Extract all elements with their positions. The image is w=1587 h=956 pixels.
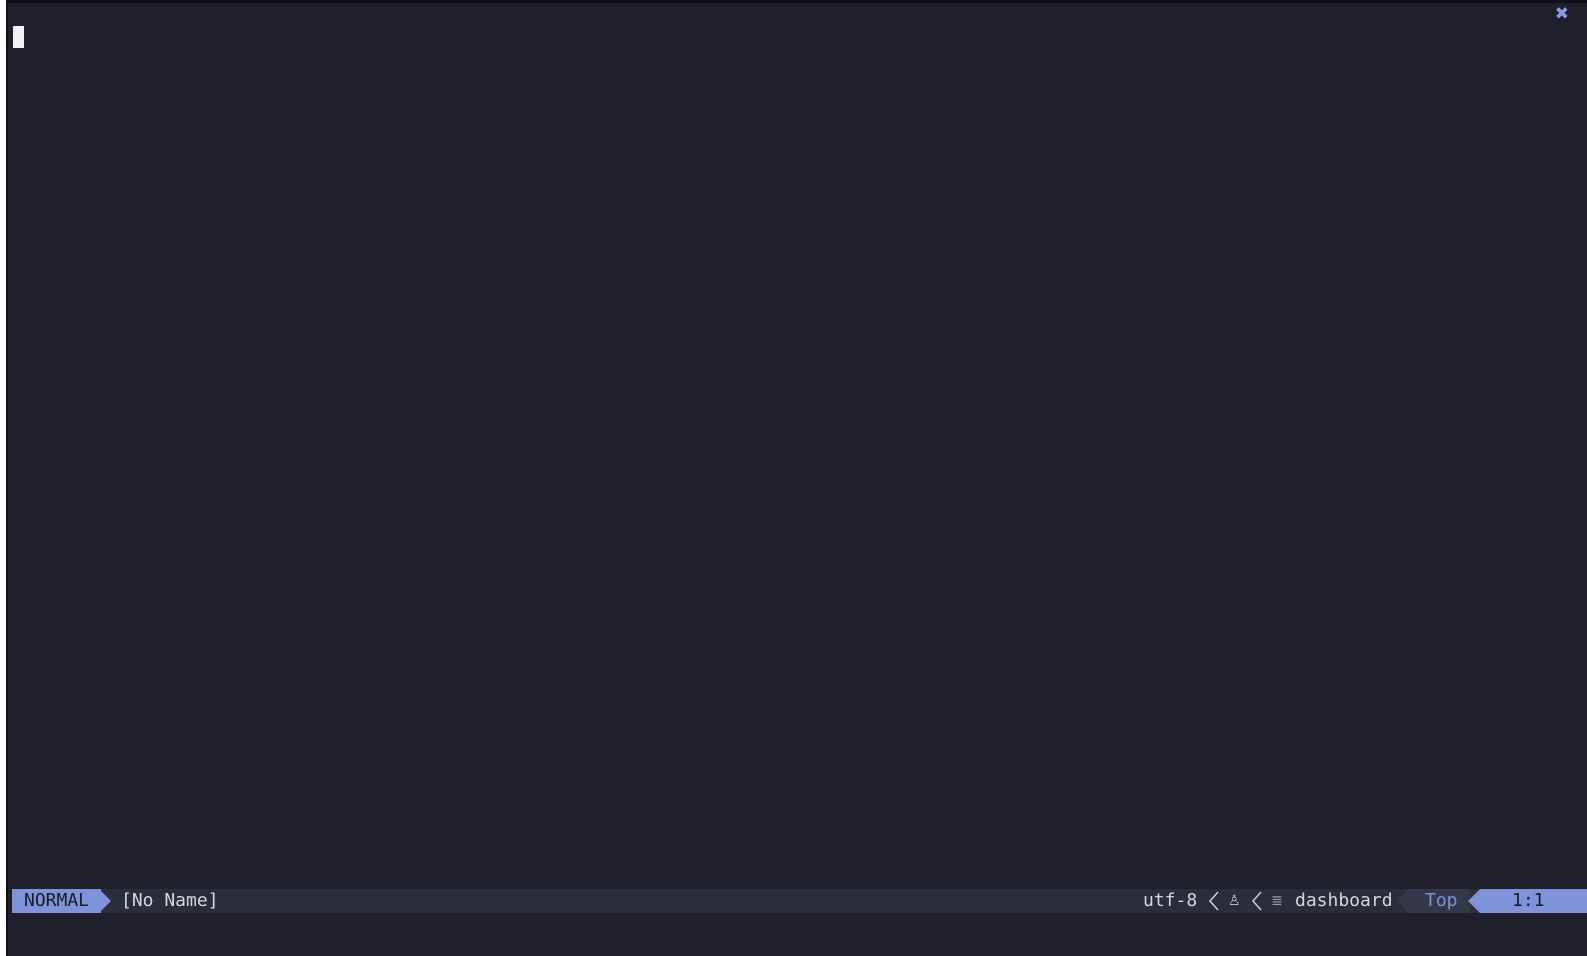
progress-separator [1398,889,1408,913]
text-lines-icon: ≣ [1271,893,1283,909]
terminal-window: ✖ NORMAL [No Name] utf-8 ♙ ≣ dashboard T… [0,0,1587,956]
mode-separator [99,889,111,913]
file-name: [No Name] [121,890,219,911]
location-separator [1468,889,1480,913]
window-top-border [0,0,1587,3]
command-line[interactable] [12,913,1587,956]
window-left-border [6,0,8,956]
chevron-left-separator-icon [1251,891,1262,911]
statusline: NORMAL [No Name] utf-8 ♙ ≣ dashboard Top… [12,889,1587,913]
file-encoding: utf-8 [1143,890,1198,911]
close-icon[interactable]: ✖ [1555,4,1569,24]
file-type: dashboard [1295,890,1393,911]
chevron-left-separator-icon [1208,891,1219,911]
linux-tux-icon: ♙ [1228,893,1241,909]
editor-buffer[interactable] [12,4,1572,886]
mode-indicator: NORMAL [12,889,102,913]
cursor-location: 1:1 [1512,890,1545,911]
scroll-progress: Top [1425,890,1458,911]
text-cursor [13,26,24,48]
